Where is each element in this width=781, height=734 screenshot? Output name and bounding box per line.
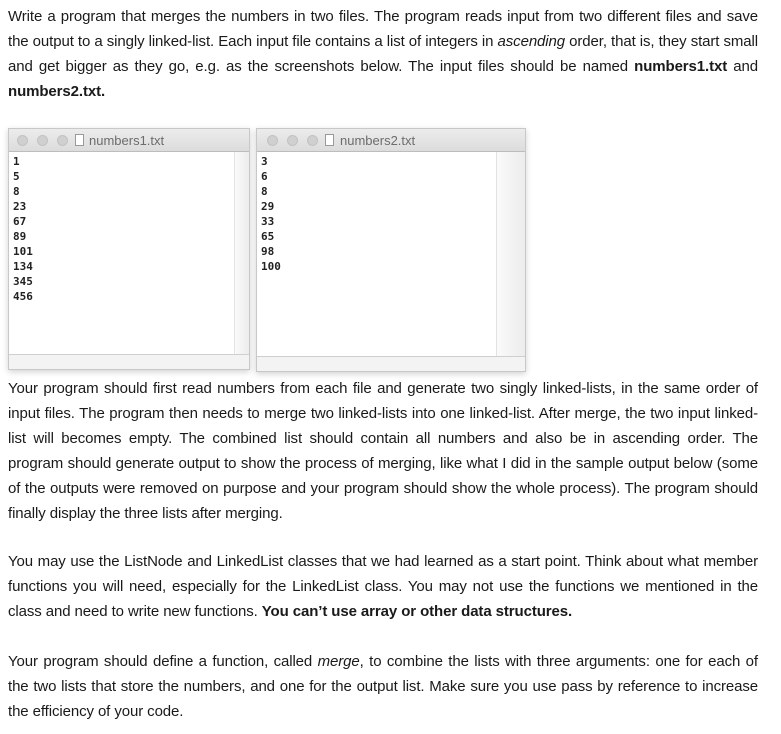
file-line: 23 xyxy=(13,200,27,213)
classes-paragraph: You may use the ListNode and LinkedList … xyxy=(8,549,758,624)
numbers1-window: numbers1.txt 1 5 8 23 67 89 101 134 345 … xyxy=(8,128,250,370)
window-title: numbers1.txt xyxy=(89,133,165,148)
vertical-scrollbar[interactable] xyxy=(496,152,525,357)
file-line: 67 xyxy=(13,215,27,228)
window-titlebar: numbers2.txt xyxy=(257,129,525,152)
file-content[interactable]: 1 5 8 23 67 89 101 134 345 456 xyxy=(9,152,249,355)
ascending-emphasis: ascending xyxy=(497,33,566,50)
file-line: 100 xyxy=(261,260,281,273)
file1-name: numbers1.txt xyxy=(634,58,728,75)
window-title: numbers2.txt xyxy=(340,133,416,148)
minimize-button[interactable] xyxy=(37,135,48,146)
file-line: 456 xyxy=(13,290,33,303)
window-statusbar xyxy=(257,356,525,371)
intro-paragraph: Write a program that merges the numbers … xyxy=(8,4,758,104)
zoom-button[interactable] xyxy=(57,135,68,146)
file-line: 345 xyxy=(13,275,33,288)
process-paragraph: Your program should first read numbers f… xyxy=(8,376,758,526)
merge-function-paragraph: Your program should define a function, c… xyxy=(8,649,758,724)
file-line: 89 xyxy=(13,230,27,243)
close-button[interactable] xyxy=(267,135,278,146)
file-line: 6 xyxy=(261,170,268,183)
file-line: 98 xyxy=(261,245,275,258)
file-line: 8 xyxy=(261,185,268,198)
document-icon xyxy=(325,134,334,146)
file-line: 3 xyxy=(261,155,268,168)
document-icon xyxy=(75,134,84,146)
file-line: 5 xyxy=(13,170,20,183)
window-statusbar xyxy=(9,354,249,369)
restriction-note: You can’t use array or other data struct… xyxy=(261,603,573,620)
zoom-button[interactable] xyxy=(307,135,318,146)
minimize-button[interactable] xyxy=(287,135,298,146)
file-content[interactable]: 3 6 8 29 33 65 98 100 xyxy=(257,152,525,357)
intro-text-3: and xyxy=(727,58,758,75)
file2-name: numbers2.txt. xyxy=(8,83,106,100)
file-line: 134 xyxy=(13,260,33,273)
file-line: 29 xyxy=(261,200,275,213)
file-line: 1 xyxy=(13,155,20,168)
process-text: Your program should first read numbers f… xyxy=(8,380,758,522)
merge-function-name: merge xyxy=(317,653,360,670)
close-button[interactable] xyxy=(17,135,28,146)
merge-text: Your program should define a function, c… xyxy=(8,653,318,670)
file-line: 101 xyxy=(13,245,33,258)
numbers2-window: numbers2.txt 3 6 8 29 33 65 98 100 xyxy=(256,128,526,372)
window-titlebar: numbers1.txt xyxy=(9,129,249,152)
vertical-scrollbar[interactable] xyxy=(234,152,249,355)
file-line: 65 xyxy=(261,230,275,243)
file-line: 33 xyxy=(261,215,275,228)
file-line: 8 xyxy=(13,185,20,198)
